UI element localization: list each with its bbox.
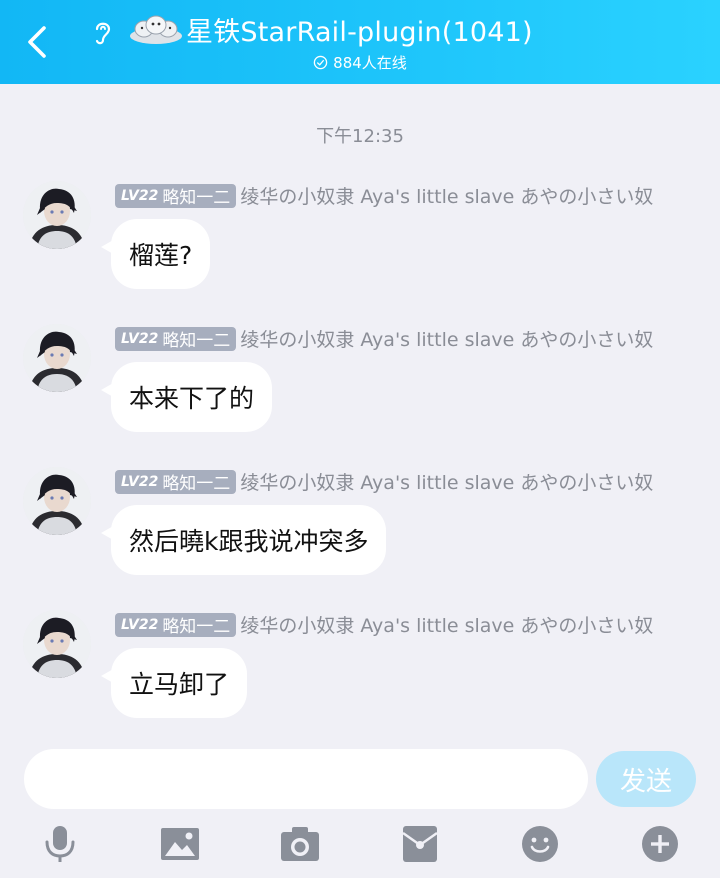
image-icon xyxy=(161,828,199,860)
image-button[interactable] xyxy=(160,824,200,864)
input-bar: 发送 xyxy=(0,732,720,878)
message-meta: LV22 略知一二 绫华の小奴隶 Aya's little slave あやの小… xyxy=(115,468,653,495)
level-value: LV22 xyxy=(121,187,159,204)
message-bubble[interactable]: 榴莲? xyxy=(100,219,211,289)
mic-icon xyxy=(45,826,75,862)
more-button[interactable] xyxy=(640,824,680,864)
avatar-image xyxy=(23,467,91,535)
message-bubble[interactable]: 本来下了的 xyxy=(100,362,273,432)
avatar[interactable] xyxy=(23,181,91,249)
sender-nickname[interactable]: 绫华の小奴隶 Aya's little slave あやの小さい奴 xyxy=(240,182,653,209)
camera-icon xyxy=(281,827,319,861)
message-item: LV22 略知一二 绫华の小奴隶 Aya's little slave あやの小… xyxy=(0,181,720,311)
level-value: LV22 xyxy=(121,616,159,633)
online-status[interactable]: 884人在线 xyxy=(0,52,720,73)
member-level-badge: LV22 略知一二 xyxy=(115,183,237,208)
sender-nickname[interactable]: 绫华の小奴隶 Aya's little slave あやの小さい奴 xyxy=(240,325,653,352)
group-title[interactable]: 星铁StarRail-plugin(1041) xyxy=(186,10,533,49)
group-avatar[interactable] xyxy=(128,12,184,46)
level-value: LV22 xyxy=(121,330,159,347)
camera-button[interactable] xyxy=(280,824,320,864)
avatar-image xyxy=(23,181,91,249)
plus-icon xyxy=(642,826,678,862)
message-input[interactable] xyxy=(24,749,588,809)
red-packet-button[interactable] xyxy=(400,824,440,864)
avatar-image xyxy=(23,324,91,392)
sender-nickname[interactable]: 绫华の小奴隶 Aya's little slave あやの小さい奴 xyxy=(240,468,653,495)
message-item: LV22 略知一二 绫华の小奴隶 Aya's little slave あやの小… xyxy=(0,324,720,454)
message-bubble[interactable]: 立马卸了 xyxy=(100,648,248,718)
message-bubble[interactable]: 然后曉k跟我说冲突多 xyxy=(100,505,387,575)
avatar[interactable] xyxy=(23,324,91,392)
online-check-icon xyxy=(313,55,328,70)
message-meta: LV22 略知一二 绫华の小奴隶 Aya's little slave あやの小… xyxy=(115,611,653,638)
ear-icon[interactable] xyxy=(90,18,116,46)
member-level-badge: LV22 略知一二 xyxy=(115,612,237,637)
member-title: 略知一二 xyxy=(162,331,231,351)
emoji-button[interactable] xyxy=(520,824,560,864)
avatar[interactable] xyxy=(23,467,91,535)
send-button[interactable]: 发送 xyxy=(596,751,696,807)
message-item: LV22 略知一二 绫华の小奴隶 Aya's little slave あやの小… xyxy=(0,467,720,597)
member-level-badge: LV22 略知一二 xyxy=(115,469,237,494)
chat-header: 星铁StarRail-plugin(1041) 884人在线 xyxy=(0,0,720,84)
member-level-badge: LV22 略知一二 xyxy=(115,326,237,351)
member-title: 略知一二 xyxy=(162,474,231,494)
message-meta: LV22 略知一二 绫华の小奴隶 Aya's little slave あやの小… xyxy=(115,325,653,352)
voice-button[interactable] xyxy=(40,824,80,864)
message-timestamp: 下午12:35 xyxy=(316,126,404,147)
sender-nickname[interactable]: 绫华の小奴隶 Aya's little slave あやの小さい奴 xyxy=(240,611,653,638)
level-value: LV22 xyxy=(121,473,159,490)
red-packet-icon xyxy=(402,826,438,862)
message-list[interactable]: 下午12:35 LV22 略知一二 绫华の小奴隶 Aya's little sl… xyxy=(0,84,720,732)
member-title: 略知一二 xyxy=(162,617,231,637)
avatar[interactable] xyxy=(23,610,91,678)
message-item: LV22 略知一二 绫华の小奴隶 Aya's little slave あやの小… xyxy=(0,610,720,740)
avatar-image xyxy=(23,610,91,678)
online-count: 884人在线 xyxy=(333,54,407,72)
emoji-icon xyxy=(522,826,558,862)
member-title: 略知一二 xyxy=(162,188,231,208)
message-meta: LV22 略知一二 绫华の小奴隶 Aya's little slave あやの小… xyxy=(115,182,653,209)
